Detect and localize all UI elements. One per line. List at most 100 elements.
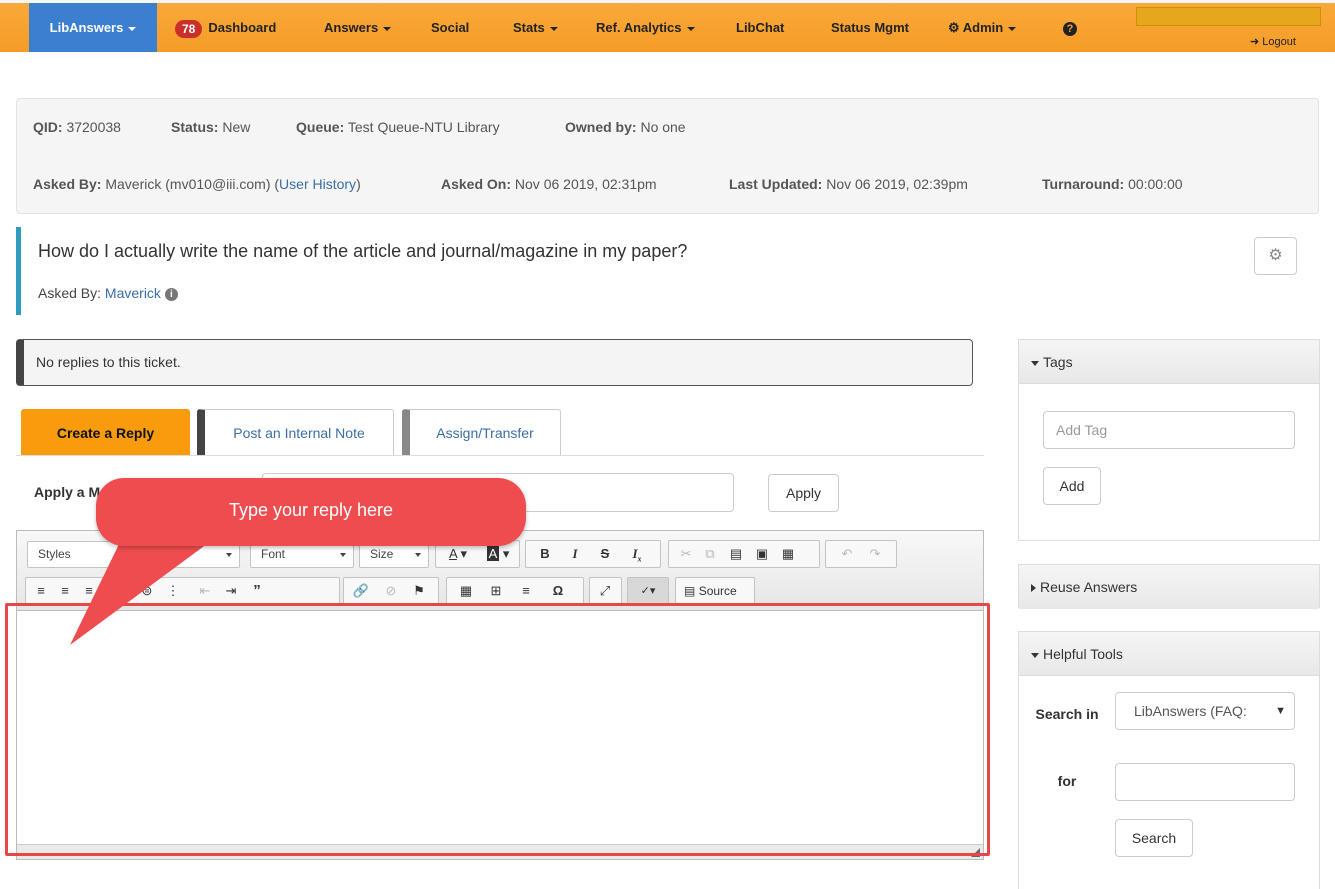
gear-icon: ⚙: [948, 20, 960, 35]
turnaround-field: Turnaround: 00:00:00: [1042, 176, 1183, 192]
chevron-down-icon: [383, 26, 392, 31]
paste-word-icon[interactable]: ▦: [777, 541, 799, 567]
reply-hint-callout: Type your reply here: [96, 478, 526, 546]
source-button-label: Source: [698, 584, 737, 598]
callout-pointer: [70, 538, 215, 645]
asked-on-label: Asked On:: [441, 176, 512, 192]
logout-link[interactable]: ➜ Logout: [1250, 35, 1296, 48]
nav-social[interactable]: Social: [431, 3, 469, 52]
source-icon: ▤: [684, 584, 696, 598]
search-in-label: Search in: [1035, 706, 1099, 722]
copy-icon[interactable]: ⧉: [699, 541, 721, 567]
chevron-down-icon: [1008, 26, 1017, 31]
helpful-tools-title: Helpful Tools: [1043, 646, 1123, 662]
source-button[interactable]: ▤ Source: [675, 577, 755, 605]
tags-panel: Tags Add Tag Add: [1018, 339, 1320, 541]
help-icon: ?: [1063, 21, 1077, 36]
search-in-value: LibAnswers (FAQ:: [1134, 703, 1247, 719]
cut-icon[interactable]: ✂: [675, 541, 697, 567]
search-button[interactable]: Search: [1115, 819, 1193, 857]
owned-by-label: Owned by:: [565, 119, 637, 135]
strikethrough-icon[interactable]: S: [594, 541, 616, 567]
nav-libchat-label: LibChat: [736, 20, 785, 35]
tab-assign-transfer[interactable]: Assign/Transfer: [402, 409, 561, 456]
caret-down-icon: [1031, 360, 1039, 366]
asked-on-value: Nov 06 2019, 02:31pm: [514, 176, 657, 192]
redo-icon[interactable]: ↷: [864, 541, 886, 567]
add-tag-input[interactable]: Add Tag: [1043, 411, 1295, 449]
nav-ref-analytics-menu[interactable]: Ref. Analytics: [596, 3, 695, 52]
last-updated-field: Last Updated: Nov 06 2019, 02:39pm: [729, 176, 968, 192]
gear-icon: ⚙: [1268, 247, 1283, 264]
owned-by-field: Owned by: No one: [565, 119, 686, 135]
table-icon[interactable]: ⊞: [485, 578, 507, 604]
chevron-down-icon: [686, 26, 695, 31]
question-settings-button[interactable]: ⚙: [1254, 237, 1297, 275]
unlink-icon[interactable]: ⊘: [380, 578, 402, 604]
insert-group: ▦ ⊞ ≡ Ω: [446, 577, 584, 605]
spellcheck-group: ✓▾: [627, 577, 669, 605]
search-in-select[interactable]: LibAnswers (FAQ: ▼: [1115, 692, 1295, 730]
nav-help[interactable]: ?: [1063, 3, 1077, 52]
nav-status-mgmt[interactable]: Status Mgmt: [831, 3, 909, 52]
nav-social-label: Social: [431, 20, 470, 35]
link-group: 🔗 ⊘ ⚑: [343, 577, 439, 605]
maximize-icon[interactable]: ⤢: [594, 578, 616, 604]
undo-icon[interactable]: ↶: [836, 541, 858, 567]
reuse-answers-panel: Reuse Answers: [1018, 564, 1320, 609]
helpful-tools-panel: Helpful Tools Search in LibAnswers (FAQ:…: [1018, 631, 1320, 889]
caret-right-icon: [1031, 584, 1036, 593]
paste-text-icon[interactable]: ▣: [751, 541, 773, 567]
image-icon[interactable]: ▦: [455, 578, 477, 604]
maximize-group: ⤢: [589, 577, 622, 605]
turnaround-value: 00:00:00: [1128, 176, 1183, 192]
chevron-down-icon: [415, 553, 421, 557]
nav-answers-label: Answers: [324, 20, 379, 35]
tags-panel-title: Tags: [1043, 354, 1073, 370]
link-icon[interactable]: 🔗: [350, 578, 372, 604]
clipboard-group: ✂ ⧉ ▤ ▣ ▦: [668, 540, 820, 568]
helpful-tools-header[interactable]: Helpful Tools: [1019, 632, 1319, 676]
chevron-down-icon: ▼: [1275, 705, 1286, 717]
user-name-bar[interactable]: [1136, 7, 1321, 26]
chevron-down-icon: [549, 26, 558, 31]
anchor-flag-icon[interactable]: ⚑: [408, 578, 430, 604]
queue-value: Test Queue-NTU Library: [347, 119, 500, 135]
reuse-answers-header[interactable]: Reuse Answers: [1019, 565, 1319, 609]
logout-icon: ➜: [1250, 36, 1260, 48]
nav-stats-menu[interactable]: Stats: [513, 3, 558, 52]
add-tag-button[interactable]: Add: [1043, 467, 1101, 505]
italic-icon[interactable]: I: [564, 541, 586, 567]
reuse-answers-title: Reuse Answers: [1040, 579, 1138, 595]
nav-ref-analytics-label: Ref. Analytics: [596, 20, 682, 35]
paste-icon[interactable]: ▤: [725, 541, 747, 567]
remove-format-icon[interactable]: Ix: [626, 541, 648, 567]
nav-admin-menu[interactable]: ⚙ Admin: [948, 3, 1017, 52]
apply-macro-button[interactable]: Apply: [768, 474, 839, 512]
caret-down-icon: [1031, 652, 1039, 658]
basic-style-group: B I S Ix: [525, 540, 661, 568]
turnaround-label: Turnaround:: [1042, 176, 1125, 192]
nav-status-mgmt-label: Status Mgmt: [831, 20, 909, 35]
tags-panel-header[interactable]: Tags: [1019, 340, 1319, 384]
bold-icon[interactable]: B: [534, 541, 556, 567]
resize-handle-icon[interactable]: [971, 848, 980, 857]
size-combo-label: Size: [370, 547, 394, 561]
search-for-input[interactable]: [1115, 763, 1295, 801]
nav-admin-label: Admin: [962, 20, 1004, 35]
last-updated-value: Nov 06 2019, 02:39pm: [826, 176, 968, 192]
spellcheck-icon[interactable]: ✓▾: [632, 578, 664, 604]
last-updated-label: Last Updated:: [729, 176, 823, 192]
chevron-down-icon: [340, 553, 346, 557]
editor-footer: [17, 844, 983, 859]
nav-stats-label: Stats: [513, 20, 545, 35]
owned-by-value: No one: [640, 119, 686, 135]
nav-libchat[interactable]: LibChat: [736, 3, 784, 52]
undo-group: ↶ ↷: [825, 540, 897, 568]
logout-label: Logout: [1262, 36, 1296, 48]
asked-on-field: Asked On: Nov 06 2019, 02:31pm: [441, 176, 657, 192]
special-character-icon[interactable]: Ω: [547, 578, 569, 604]
horizontal-line-icon[interactable]: ≡: [515, 578, 537, 604]
nav-answers-menu[interactable]: Answers: [324, 3, 392, 52]
for-label: for: [1057, 773, 1077, 789]
